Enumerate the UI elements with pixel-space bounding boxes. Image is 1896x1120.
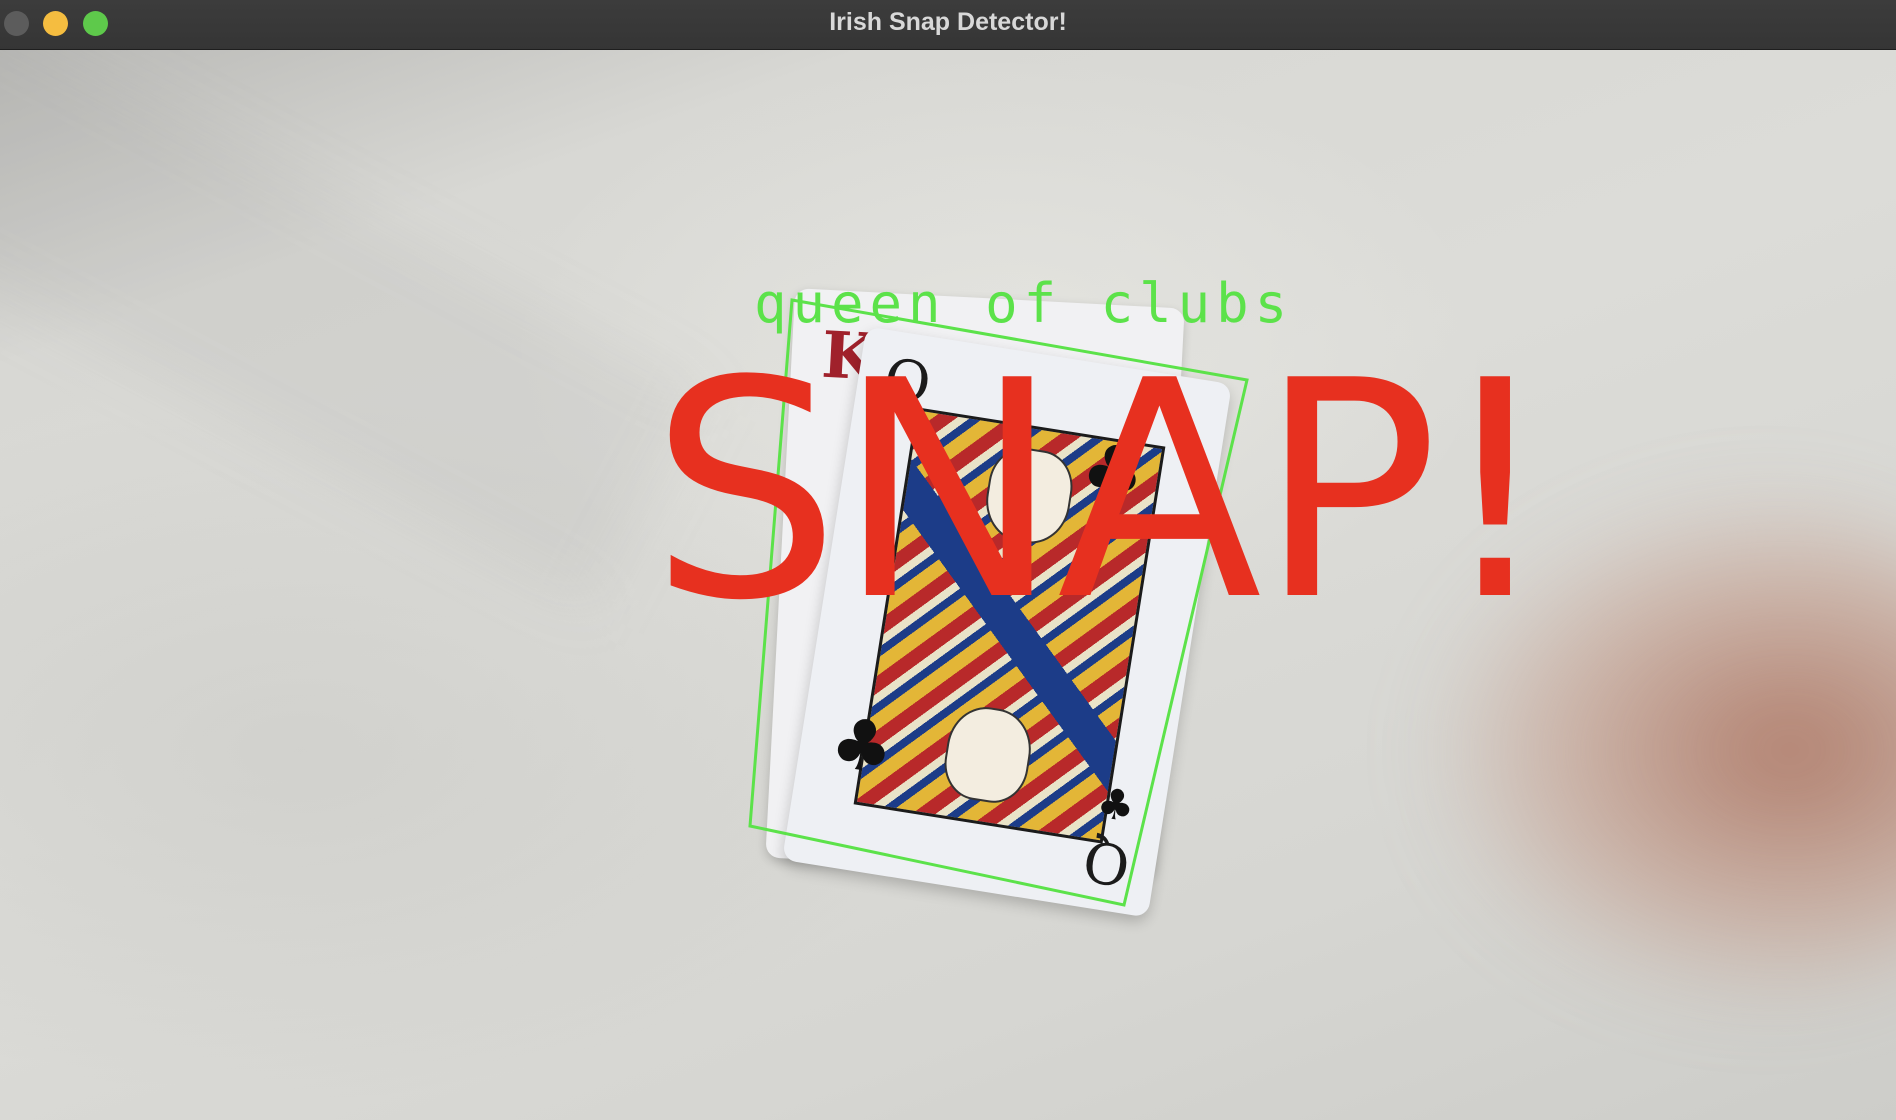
camera-feed: K Q ♣ ♣ ♣ Q queen of clubs SNAP!	[0, 50, 1896, 1120]
snap-alert: SNAP!	[650, 317, 1555, 666]
app-window: Irish Snap Detector! K Q ♣ ♣ ♣ Q queen o…	[0, 0, 1896, 1120]
title-bar[interactable]: Irish Snap Detector!	[0, 0, 1896, 50]
window-title: Irish Snap Detector!	[829, 8, 1067, 36]
